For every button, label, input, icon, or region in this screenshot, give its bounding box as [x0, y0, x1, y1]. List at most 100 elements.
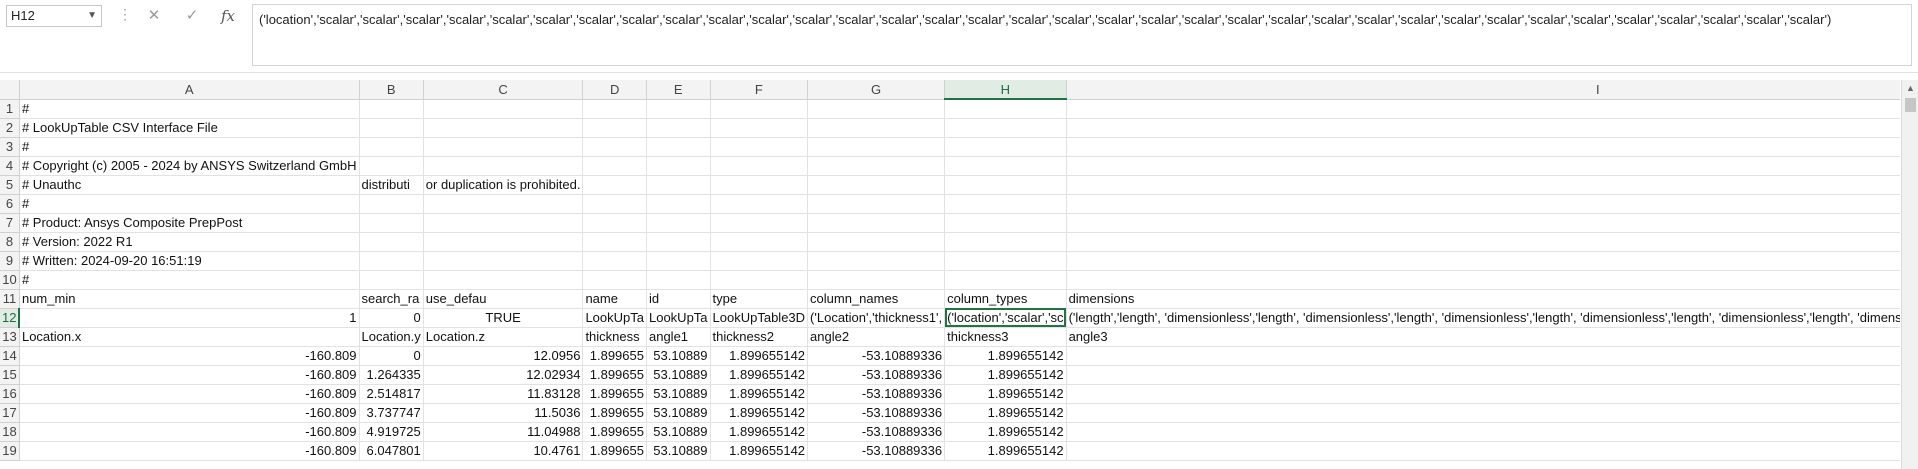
- cell-a5[interactable]: # Unauthc: [19, 175, 360, 195]
- cell-f2[interactable]: [710, 118, 809, 138]
- cell-c10[interactable]: [423, 270, 584, 290]
- cell-b18[interactable]: 4.919725: [359, 422, 424, 442]
- column-header-h[interactable]: H: [944, 80, 1067, 100]
- cell-c8[interactable]: [423, 232, 584, 252]
- cell-e10[interactable]: [646, 270, 711, 290]
- cell-e17[interactable]: 53.10889: [646, 403, 711, 423]
- cell-a15[interactable]: -160.809: [19, 365, 360, 385]
- cell-table[interactable]: ABCDEFGHIJKLMNOPQRSTUVWXYZ 1#2# LookUpTa…: [0, 80, 1900, 461]
- scrollbar-thumb[interactable]: [1905, 98, 1916, 112]
- cell-a16[interactable]: -160.809: [19, 384, 360, 404]
- cell-f4[interactable]: [710, 156, 809, 176]
- cell-i6[interactable]: [1066, 194, 1900, 214]
- cell-a11[interactable]: num_min: [19, 289, 360, 309]
- row-header[interactable]: 14: [0, 346, 20, 366]
- row-header[interactable]: 9: [0, 251, 20, 271]
- insert-function-icon[interactable]: fx: [216, 5, 240, 27]
- cell-d4[interactable]: [582, 156, 647, 176]
- vertical-scrollbar[interactable]: ▲: [1901, 80, 1918, 469]
- cell-i17[interactable]: 53.10889: [1066, 403, 1900, 423]
- row-header[interactable]: 6: [0, 194, 20, 214]
- cell-b7[interactable]: [359, 213, 424, 233]
- cell-e6[interactable]: [646, 194, 711, 214]
- cell-f11[interactable]: type: [710, 289, 809, 309]
- cell-f7[interactable]: [710, 213, 809, 233]
- cell-f6[interactable]: [710, 194, 809, 214]
- cell-i16[interactable]: 53.10889: [1066, 384, 1900, 404]
- cell-f10[interactable]: [710, 270, 809, 290]
- cell-g1[interactable]: [807, 99, 946, 119]
- column-header-i[interactable]: I: [1066, 80, 1900, 100]
- cell-h9[interactable]: [944, 251, 1067, 271]
- cell-c5[interactable]: or duplication is prohibited.: [423, 175, 584, 195]
- cell-h7[interactable]: [944, 213, 1067, 233]
- row-header[interactable]: 17: [0, 403, 20, 423]
- cell-a9[interactable]: # Written: 2024-09-20 16:51:19: [19, 251, 360, 271]
- cell-e15[interactable]: 53.10889: [646, 365, 711, 385]
- cell-i10[interactable]: [1066, 270, 1900, 290]
- cell-e19[interactable]: 53.10889: [646, 441, 711, 461]
- column-header-c[interactable]: C: [423, 80, 584, 100]
- cell-h18[interactable]: 1.899655142: [944, 422, 1067, 442]
- cell-h2[interactable]: [944, 118, 1067, 138]
- more-options-icon[interactable]: ⋮: [118, 6, 132, 23]
- cell-d11[interactable]: name: [582, 289, 647, 309]
- cell-c6[interactable]: [423, 194, 584, 214]
- column-header-d[interactable]: D: [582, 80, 647, 100]
- cell-d13[interactable]: thickness: [582, 327, 647, 347]
- cell-e18[interactable]: 53.10889: [646, 422, 711, 442]
- row-header[interactable]: 4: [0, 156, 20, 176]
- cell-b1[interactable]: [359, 99, 424, 119]
- cell-e13[interactable]: angle1: [646, 327, 711, 347]
- cell-b12[interactable]: 0: [359, 308, 424, 328]
- worksheet-grid[interactable]: ABCDEFGHIJKLMNOPQRSTUVWXYZ 1#2# LookUpTa…: [0, 80, 1900, 469]
- cell-i2[interactable]: [1066, 118, 1900, 138]
- cell-i3[interactable]: [1066, 137, 1900, 157]
- cell-f14[interactable]: 1.899655142: [710, 346, 809, 366]
- cell-b16[interactable]: 2.514817: [359, 384, 424, 404]
- cell-g4[interactable]: [807, 156, 946, 176]
- cell-g5[interactable]: [807, 175, 946, 195]
- row-header[interactable]: 7: [0, 213, 20, 233]
- cell-h13[interactable]: thickness3: [944, 327, 1067, 347]
- cell-b13[interactable]: Location.y: [359, 327, 424, 347]
- cell-f15[interactable]: 1.899655142: [710, 365, 809, 385]
- cell-a18[interactable]: -160.809: [19, 422, 360, 442]
- cell-g13[interactable]: angle2: [807, 327, 946, 347]
- cell-b9[interactable]: [359, 251, 424, 271]
- cell-f12[interactable]: LookUpTable3D: [710, 308, 809, 328]
- cell-i13[interactable]: angle3: [1066, 327, 1900, 347]
- cell-f13[interactable]: thickness2: [710, 327, 809, 347]
- cell-e12[interactable]: LookUpTa: [646, 308, 711, 328]
- cell-d19[interactable]: 1.899655: [582, 441, 647, 461]
- cell-c14[interactable]: 12.0956: [423, 346, 584, 366]
- cell-e3[interactable]: [646, 137, 711, 157]
- cell-d14[interactable]: 1.899655: [582, 346, 647, 366]
- cell-c11[interactable]: use_defau: [423, 289, 584, 309]
- cell-c16[interactable]: 11.83128: [423, 384, 584, 404]
- cell-f3[interactable]: [710, 137, 809, 157]
- cell-c7[interactable]: [423, 213, 584, 233]
- cell-g18[interactable]: -53.10889336: [807, 422, 946, 442]
- cancel-icon[interactable]: ✕: [142, 5, 166, 27]
- cell-i9[interactable]: [1066, 251, 1900, 271]
- cell-d7[interactable]: [582, 213, 647, 233]
- cell-c12[interactable]: TRUE: [423, 308, 584, 328]
- cell-f5[interactable]: [710, 175, 809, 195]
- cell-i5[interactable]: [1066, 175, 1900, 195]
- cell-h6[interactable]: [944, 194, 1067, 214]
- cell-i1[interactable]: [1066, 99, 1900, 119]
- cell-e16[interactable]: 53.10889: [646, 384, 711, 404]
- cell-g10[interactable]: [807, 270, 946, 290]
- cell-i11[interactable]: dimensions: [1066, 289, 1900, 309]
- cell-c9[interactable]: [423, 251, 584, 271]
- column-header-b[interactable]: B: [359, 80, 424, 100]
- row-header[interactable]: 19: [0, 441, 20, 461]
- cell-g19[interactable]: -53.10889336: [807, 441, 946, 461]
- chevron-down-icon[interactable]: ▼: [87, 6, 97, 26]
- cell-e7[interactable]: [646, 213, 711, 233]
- scroll-up-icon[interactable]: ▲: [1902, 80, 1918, 96]
- cell-d6[interactable]: [582, 194, 647, 214]
- cell-a1[interactable]: #: [19, 99, 360, 119]
- row-header[interactable]: 10: [0, 270, 20, 290]
